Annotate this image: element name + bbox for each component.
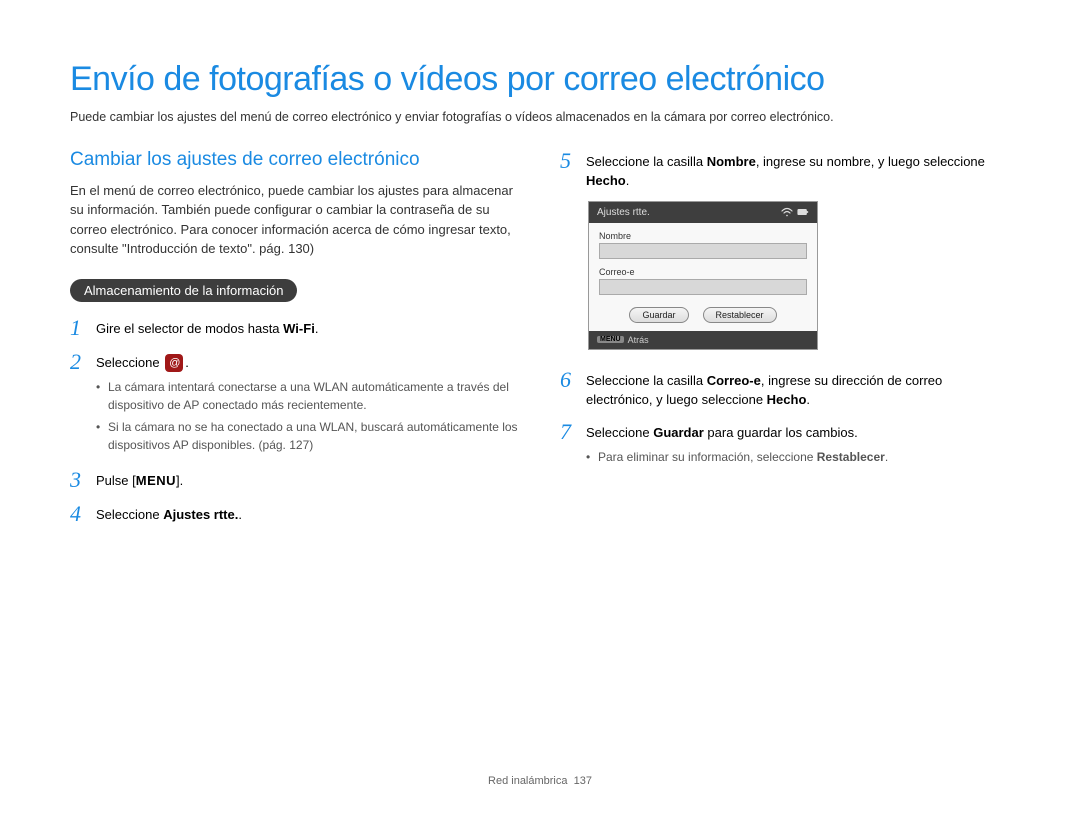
step-6: 6 Seleccione la casilla Correo-e, ingres… xyxy=(560,368,1010,410)
text: Seleccione la casilla xyxy=(586,373,707,388)
step-number: 5 xyxy=(560,149,586,173)
text: ]. xyxy=(176,473,183,488)
note: La cámara intentará conectarse a una WLA… xyxy=(96,378,520,414)
bold-text: Nombre xyxy=(707,154,756,169)
email-icon xyxy=(165,354,183,372)
text: . xyxy=(238,507,242,522)
wifi-icon xyxy=(781,207,793,217)
text: Seleccione la casilla xyxy=(586,154,707,169)
email-label: Correo-e xyxy=(599,267,807,277)
camera-screen-mock: Ajustes rtte. Nombre Correo-e Guardar Re… xyxy=(588,201,818,350)
screen-body: Nombre Correo-e Guardar Restablecer xyxy=(589,223,817,331)
text: . xyxy=(885,450,888,464)
step-text: Seleccione la casilla Correo-e, ingrese … xyxy=(586,368,1010,410)
screen-title: Ajustes rtte. xyxy=(597,207,650,218)
screen-footer: MENU Atrás xyxy=(589,331,817,349)
note: Para eliminar su información, seleccione… xyxy=(586,448,1010,466)
text: para guardar los cambios. xyxy=(704,425,858,440)
bold-text: Guardar xyxy=(653,425,704,440)
bold-text: Correo-e xyxy=(707,373,761,388)
steps-right-cont: 6 Seleccione la casilla Correo-e, ingres… xyxy=(560,368,1010,471)
email-input[interactable] xyxy=(599,279,807,295)
footer-section: Red inalámbrica xyxy=(488,775,567,787)
back-label: Atrás xyxy=(628,335,649,345)
bold-text: Hecho xyxy=(586,173,626,188)
text: Seleccione xyxy=(96,507,163,522)
right-column: 5 Seleccione la casilla Nombre, ingrese … xyxy=(560,149,1010,537)
subsection-pill: Almacenamiento de la información xyxy=(70,279,297,302)
left-column: Cambiar los ajustes de correo electrónic… xyxy=(70,149,520,537)
step-2: 2 Seleccione . La cámara intentará conec… xyxy=(70,350,520,459)
section-intro: En el menú de correo electrónico, puede … xyxy=(70,181,520,259)
reset-button[interactable]: Restablecer xyxy=(703,307,777,323)
menu-label: MENU xyxy=(136,473,176,488)
step-3: 3 Pulse [MENU]. xyxy=(70,468,520,492)
text: Para eliminar su información, seleccione xyxy=(598,450,817,464)
text: . xyxy=(806,392,810,407)
screen-buttons: Guardar Restablecer xyxy=(599,303,807,325)
save-button[interactable]: Guardar xyxy=(629,307,688,323)
page-title: Envío de fotografías o vídeos por correo… xyxy=(70,60,1010,99)
menu-chip: MENU xyxy=(597,336,624,343)
text: . xyxy=(626,173,630,188)
text: , ingrese su nombre, y luego seleccione xyxy=(756,154,985,169)
text: Gire el selector de modos hasta xyxy=(96,321,283,336)
step-text: Gire el selector de modos hasta Wi-Fi. xyxy=(96,316,520,339)
status-icons xyxy=(781,207,809,217)
screen-header: Ajustes rtte. xyxy=(589,202,817,223)
step-number: 3 xyxy=(70,468,96,492)
step-number: 6 xyxy=(560,368,586,392)
step-number: 7 xyxy=(560,420,586,444)
bold-text: Hecho xyxy=(767,392,807,407)
steps-right: 5 Seleccione la casilla Nombre, ingrese … xyxy=(560,149,1010,191)
step-text: Seleccione Guardar para guardar los camb… xyxy=(586,420,1010,471)
text: . xyxy=(315,321,319,336)
step-5: 5 Seleccione la casilla Nombre, ingrese … xyxy=(560,149,1010,191)
battery-icon xyxy=(797,207,809,217)
step-text: Seleccione Ajustes rtte.. xyxy=(96,502,520,525)
note: Si la cámara no se ha conectado a una WL… xyxy=(96,418,520,454)
bold-text: Restablecer xyxy=(817,450,885,464)
step-7-notes: Para eliminar su información, seleccione… xyxy=(586,448,1010,466)
steps-left: 1 Gire el selector de modos hasta Wi-Fi.… xyxy=(70,316,520,527)
section-title: Cambiar los ajustes de correo electrónic… xyxy=(70,149,520,171)
name-input[interactable] xyxy=(599,243,807,259)
page-footer: Red inalámbrica 137 xyxy=(0,775,1080,787)
step-4: 4 Seleccione Ajustes rtte.. xyxy=(70,502,520,526)
step-7: 7 Seleccione Guardar para guardar los ca… xyxy=(560,420,1010,471)
footer-page-number: 137 xyxy=(574,775,592,787)
step-text: Pulse [MENU]. xyxy=(96,468,520,491)
step-number: 1 xyxy=(70,316,96,340)
bold-text: Ajustes rtte. xyxy=(163,507,238,522)
text: . xyxy=(185,355,189,370)
step-text: Seleccione . La cámara intentará conecta… xyxy=(96,350,520,459)
step-text: Seleccione la casilla Nombre, ingrese su… xyxy=(586,149,1010,191)
content-columns: Cambiar los ajustes de correo electrónic… xyxy=(70,149,1010,537)
step-1: 1 Gire el selector de modos hasta Wi-Fi. xyxy=(70,316,520,340)
wifi-label: Wi-Fi xyxy=(283,321,315,336)
name-label: Nombre xyxy=(599,231,807,241)
step-2-notes: La cámara intentará conectarse a una WLA… xyxy=(96,378,520,454)
step-number: 4 xyxy=(70,502,96,526)
page-intro: Puede cambiar los ajustes del menú de co… xyxy=(70,109,1010,127)
text: Seleccione xyxy=(586,425,653,440)
text: Pulse [ xyxy=(96,473,136,488)
text: Seleccione xyxy=(96,355,163,370)
step-number: 2 xyxy=(70,350,96,374)
